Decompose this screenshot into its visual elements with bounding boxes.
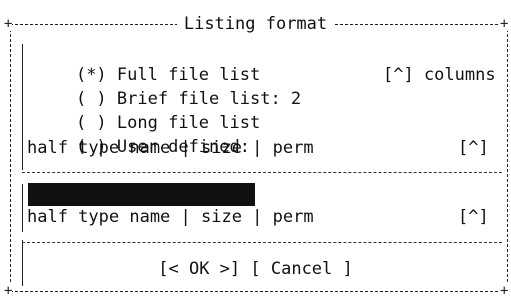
ok-button[interactable]: [< OK >]: [158, 259, 240, 279]
radio-brief-file-list[interactable]: ( ) Brief file list: 2: [35, 63, 301, 109]
dialog-title: Listing format: [176, 14, 335, 34]
user-format-history-button[interactable]: [^]: [458, 136, 489, 160]
user-format-input[interactable]: half type name | size | perm: [27, 136, 314, 160]
dialog-corner: +: [4, 283, 13, 299]
inner-left-rule: [22, 44, 23, 170]
mini-format-history-button[interactable]: [^]: [458, 205, 489, 229]
dialog-buttons: [< OK >] [ Cancel ]: [0, 257, 511, 281]
radio-user-defined[interactable]: ( ) User defined:: [35, 111, 250, 157]
mini-format-input[interactable]: half type name | size | perm: [27, 205, 314, 229]
dialog-title-bar: Listing format: [0, 13, 511, 35]
columns-toggle[interactable]: [^] columns: [383, 63, 496, 87]
inner-left-rule: [22, 184, 23, 232]
listing-format-screen: + + + + Listing format (*) Full file lis…: [0, 0, 511, 306]
mini-status-checkbox[interactable]: [x] User mini status: [33, 182, 279, 228]
radio-full-file-list[interactable]: (*) Full file list: [35, 39, 260, 85]
section-divider: [22, 172, 502, 173]
dialog-corner: +: [500, 283, 509, 299]
radio-long-file-list[interactable]: ( ) Long file list: [35, 87, 260, 133]
section-divider: [22, 242, 502, 243]
cancel-button[interactable]: [ Cancel ]: [250, 259, 352, 279]
